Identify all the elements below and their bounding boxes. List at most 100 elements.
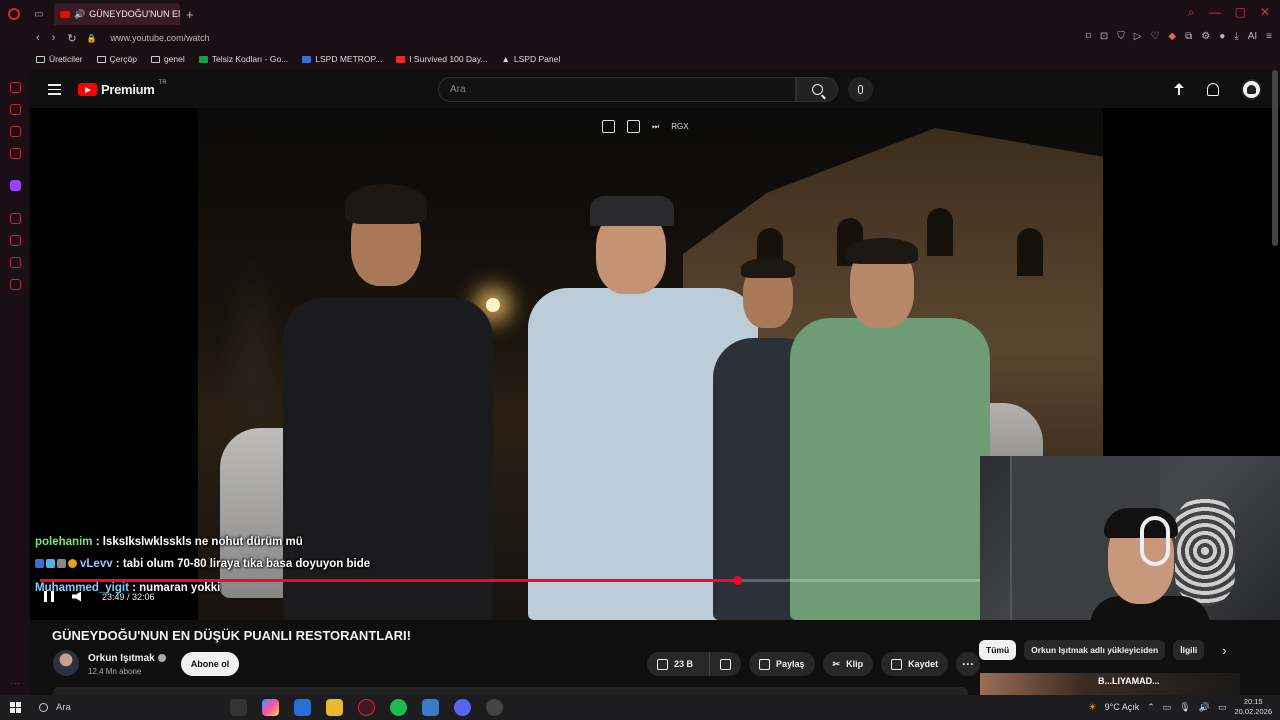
bookmark-link[interactable]: LSPD METROP... (302, 54, 382, 64)
more-actions-button[interactable]: ··· (956, 652, 981, 676)
browser-tab-active[interactable]: 🔊 GÜNEYDOĞU'NUN EN (54, 3, 180, 25)
bookmark-link[interactable]: I Survived 100 Day... (396, 54, 487, 64)
tab-menu-icon[interactable]: ▭ (28, 0, 50, 28)
sidebar-bag-icon[interactable] (10, 104, 21, 115)
puzzle-icon[interactable]: ⧉ (1185, 31, 1192, 42)
bookmark-link[interactable]: Telsiz Kodları - Go... (198, 54, 288, 64)
gear-icon[interactable]: ⚙ (1201, 31, 1210, 42)
progress-fill (40, 579, 738, 582)
upload-icon[interactable] (1173, 82, 1185, 97)
popout-icon[interactable] (602, 120, 615, 133)
discord-icon[interactable] (454, 699, 471, 716)
taskbar-search[interactable]: Ara (39, 702, 219, 713)
sidebar-clock-icon[interactable] (10, 235, 21, 246)
channel-name[interactable]: Orkun Işıtmak (88, 653, 166, 664)
sidebar-history-icon[interactable] (10, 82, 21, 93)
minimize-button[interactable]: — (1209, 5, 1221, 20)
save-button[interactable]: Kaydet (881, 652, 949, 676)
weather-icon[interactable]: ☀ (1089, 702, 1097, 713)
chip-related[interactable]: İlgili (1173, 640, 1205, 660)
scrollbar[interactable] (1272, 70, 1278, 246)
speaker-icon[interactable]: 🔊 (74, 9, 85, 20)
url-field[interactable]: www.youtube.com/watch (111, 33, 210, 43)
clip-button[interactable]: ✂ Klip (822, 652, 874, 676)
sidebar-settings-icon[interactable] (10, 279, 21, 290)
notifications-bell-icon[interactable] (1207, 83, 1219, 96)
search-tabs-icon[interactable]: ⌕ (1188, 5, 1195, 20)
chat-text: : tabi olum 70-80 liraya tıka basa doyuy… (112, 558, 371, 570)
dislike-button[interactable] (709, 652, 741, 676)
chip-all[interactable]: Tümü (979, 640, 1017, 660)
description-box[interactable] (53, 687, 968, 695)
bookmark-link[interactable]: ▲ LSPD Panel (501, 54, 560, 64)
clock-time: 20:15 (1243, 697, 1263, 706)
menu-icon[interactable]: ≡ (1266, 31, 1272, 42)
video-player[interactable]: ⏭ RGX polehanim : lsksIkslwklsskls ne no… (30, 108, 1280, 620)
rgx-button[interactable]: RGX (671, 122, 688, 131)
sidebar-messenger-icon[interactable] (10, 126, 21, 137)
progress-bar[interactable] (40, 576, 980, 585)
opera-logo-icon[interactable] (0, 0, 28, 28)
task-view-icon[interactable] (230, 699, 247, 716)
bookmark-icon[interactable]: ⌑ (1086, 31, 1091, 42)
opera-gx-icon[interactable] (358, 699, 375, 716)
microphone-tray-icon[interactable]: 🎙 (1179, 702, 1190, 713)
search-button[interactable] (796, 77, 838, 102)
fox-extension-icon[interactable]: ◆ (1168, 31, 1176, 42)
voice-search-button[interactable] (848, 77, 873, 102)
new-tab-button[interactable]: + (186, 7, 194, 22)
copilot-icon[interactable] (262, 699, 279, 716)
clock[interactable]: 20:15 20.02.2026 (1234, 697, 1272, 717)
windows-start-icon[interactable] (10, 702, 21, 713)
sidebar-player-icon[interactable] (10, 213, 21, 224)
reload-button[interactable]: ↻ (67, 32, 76, 45)
pip-icon[interactable] (627, 120, 640, 133)
shield-icon[interactable]: ⛉ (1117, 31, 1125, 42)
close-button[interactable]: ✕ (1260, 5, 1270, 20)
download-icon[interactable]: ⤓ (1234, 31, 1238, 42)
channel-avatar[interactable] (53, 650, 79, 676)
sidebar-twitch-icon[interactable] (10, 180, 21, 191)
network-icon[interactable]: ▭ (1218, 702, 1227, 713)
ai-button[interactable]: AI (1248, 31, 1257, 42)
heart-icon[interactable]: ♡ (1150, 31, 1159, 42)
file-explorer-icon[interactable] (326, 699, 343, 716)
search-input[interactable]: Ara (438, 77, 796, 102)
skip-next-icon[interactable]: ⏭ (652, 122, 659, 132)
steam-icon[interactable] (486, 699, 503, 716)
profile-icon[interactable]: ● (1219, 31, 1225, 42)
weather-text[interactable]: 9°C Açık (1105, 702, 1140, 712)
chevron-right-icon[interactable]: › (1222, 643, 1226, 658)
bookmark-folder[interactable]: genel (150, 54, 185, 64)
pause-icon[interactable] (44, 591, 54, 602)
tray-app-icon[interactable]: ▭ (1163, 702, 1172, 713)
forward-button[interactable]: › (52, 32, 56, 45)
volume-icon[interactable] (72, 591, 81, 602)
subscribe-button[interactable]: Abone ol (181, 652, 239, 676)
store-icon[interactable] (294, 699, 311, 716)
sidebar-more-icon[interactable]: ··· (10, 678, 20, 689)
account-avatar[interactable] (1241, 79, 1262, 100)
speaker-tray-icon[interactable]: 🔊 (1199, 702, 1210, 713)
back-button[interactable]: ‹ (36, 32, 40, 45)
chip-uploader[interactable]: Orkun Işıtmak adlı yükleyiciden (1024, 640, 1166, 660)
chevron-up-icon[interactable]: ⌃ (1147, 702, 1155, 713)
snapshot-icon[interactable]: ⊡ (1100, 31, 1108, 42)
bookmark-folder[interactable]: Çerçöp (96, 54, 137, 64)
sidebar-cube-icon[interactable] (10, 257, 21, 268)
microphone-icon (858, 85, 863, 94)
recommended-video-thumbnail[interactable]: B...LIYAMAD... (980, 673, 1240, 695)
hamburger-menu-icon[interactable] (48, 84, 61, 95)
lock-icon[interactable]: 🔒 (87, 34, 97, 43)
youtube-logo[interactable]: Premium TR (78, 80, 167, 97)
maximize-button[interactable]: ▢ (1235, 5, 1246, 20)
sidebar-chat-icon[interactable] (10, 148, 21, 159)
bookmark-folder[interactable]: Üreticiler (36, 54, 83, 64)
spotify-icon[interactable] (390, 699, 407, 716)
bookmark-label: Çerçöp (109, 54, 137, 64)
taskbar-apps (230, 699, 503, 716)
like-button[interactable]: 23 B (647, 652, 703, 676)
app-icon[interactable] (422, 699, 439, 716)
share-button[interactable]: Paylaş (749, 652, 815, 676)
send-icon[interactable]: ▷ (1134, 31, 1142, 42)
